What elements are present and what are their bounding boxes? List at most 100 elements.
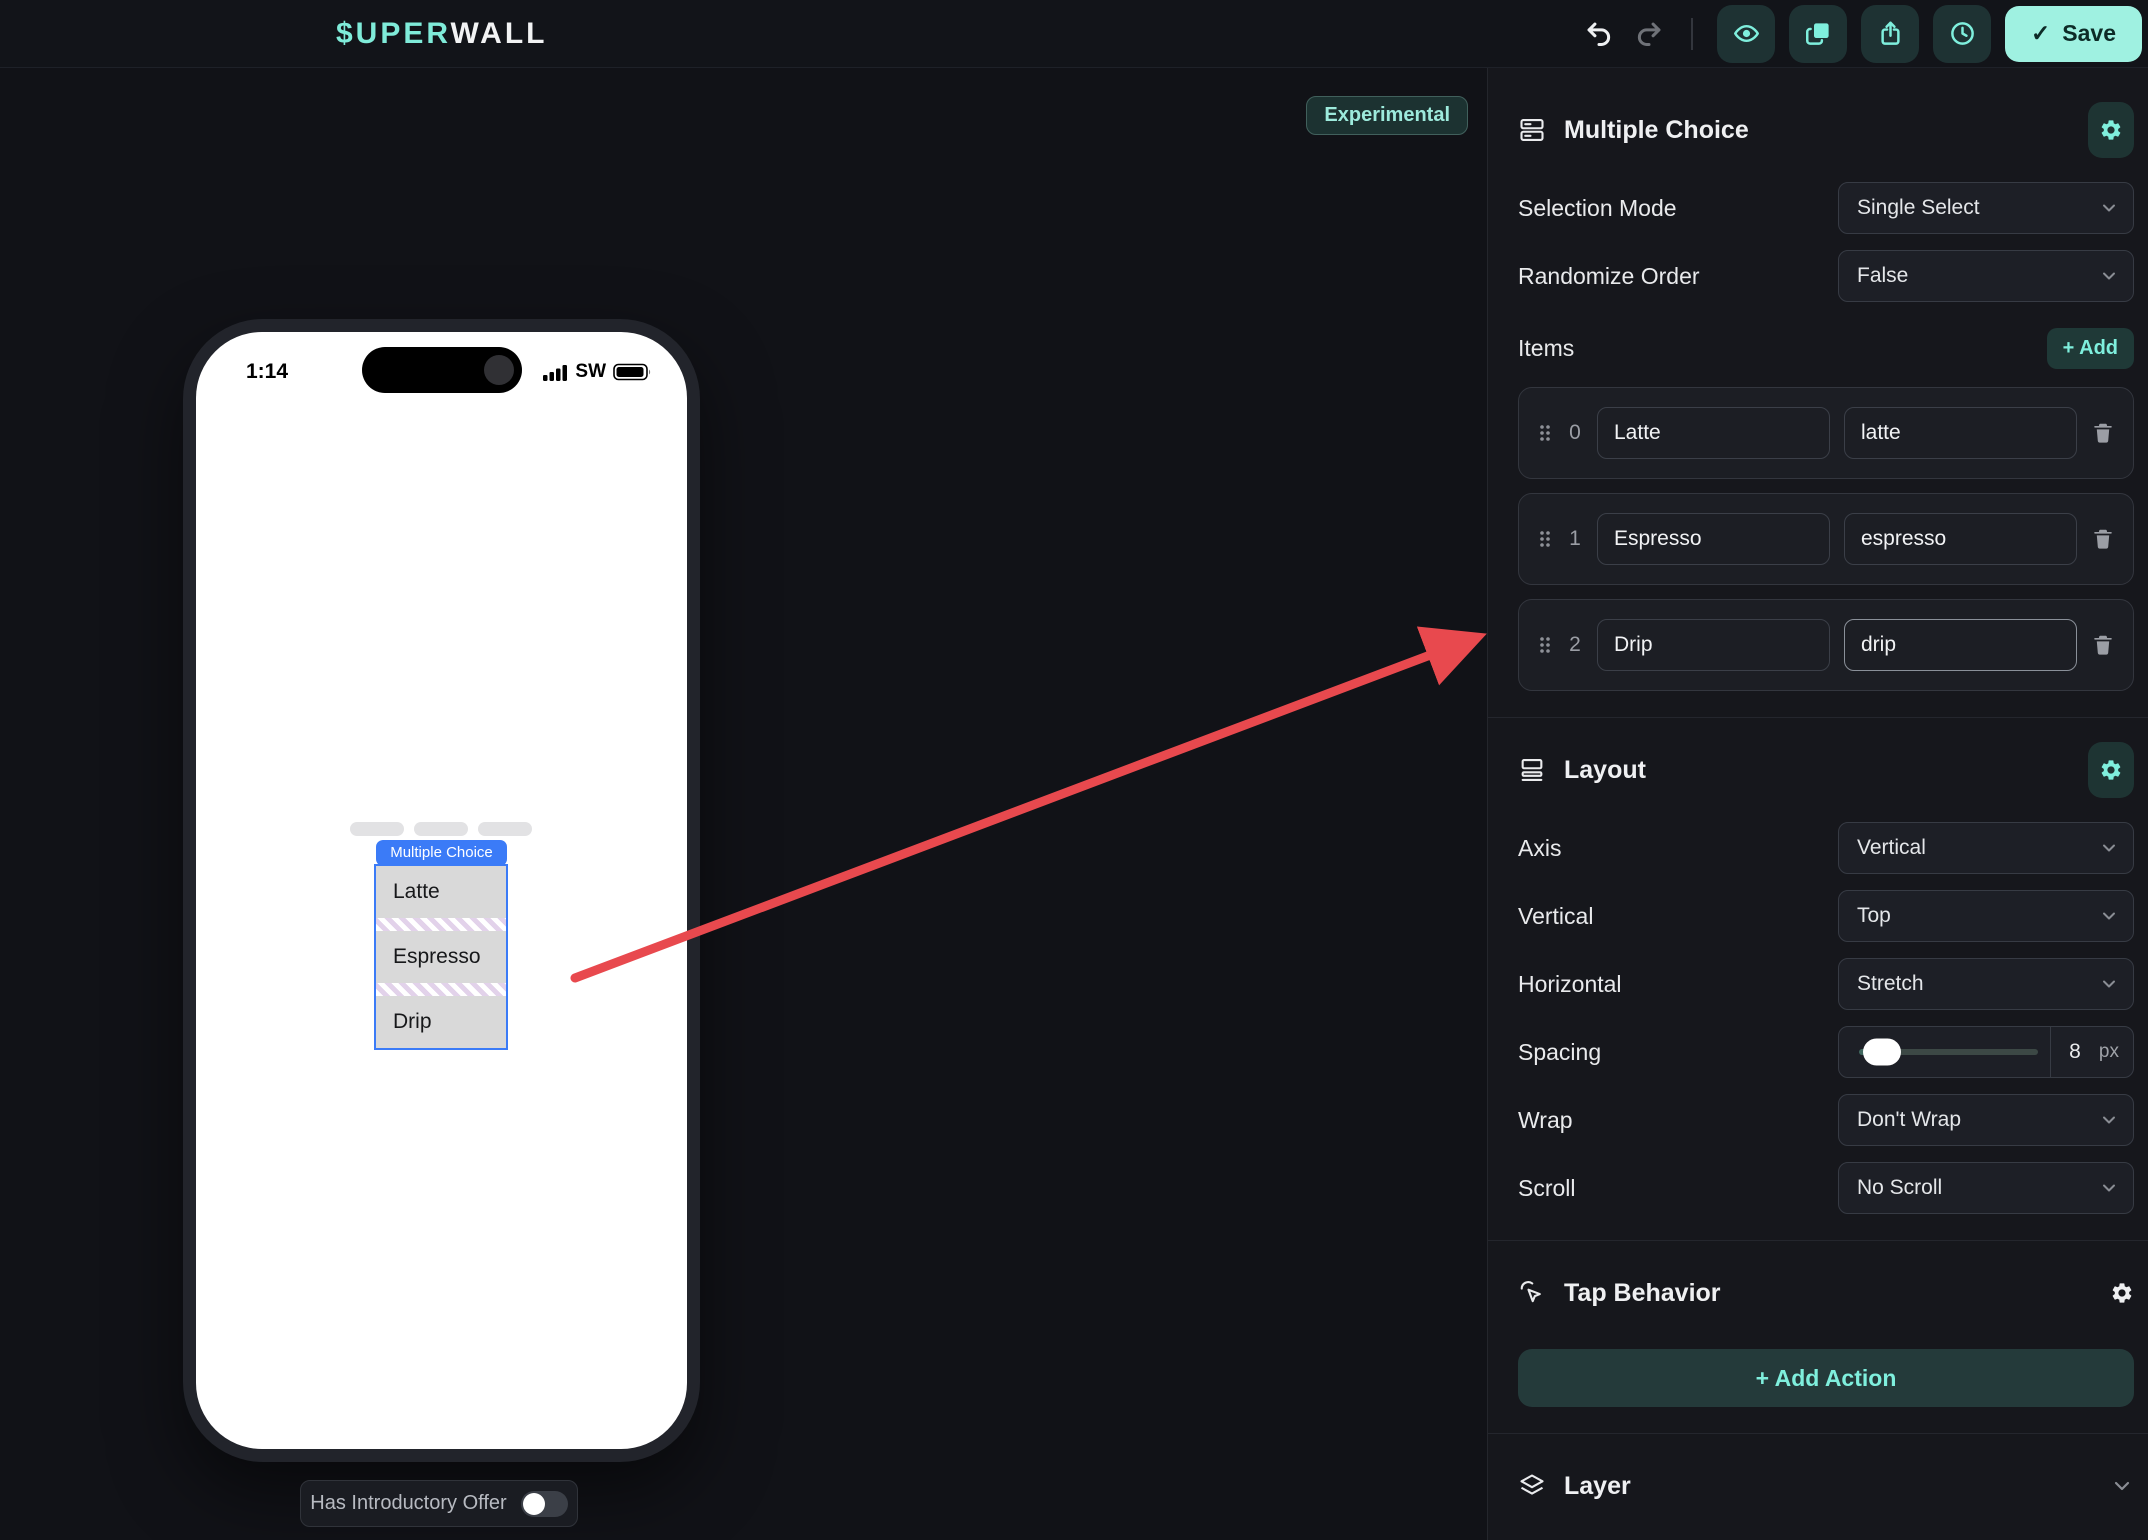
eye-icon (1733, 20, 1760, 47)
toggle-knob (522, 1492, 545, 1515)
skeleton-pill (478, 822, 532, 836)
logo-rest: WALL (450, 16, 548, 50)
tap-behavior-section-header: Tap Behavior (1518, 1265, 2134, 1321)
trash-icon[interactable] (2091, 421, 2115, 445)
axis-dropdown[interactable]: Vertical (1838, 822, 2134, 874)
option-latte[interactable]: Latte (376, 866, 506, 918)
status-right: SW (543, 361, 653, 383)
add-action-button[interactable]: + Add Action (1518, 1349, 2134, 1407)
spacing-row: Spacing 8 px (1518, 1026, 2134, 1078)
randomize-order-row: Randomize Order False (1518, 250, 2134, 302)
trash-icon[interactable] (2091, 633, 2115, 657)
item-value-input[interactable] (1844, 619, 2077, 671)
redo-button[interactable] (1631, 16, 1667, 52)
status-time: 1:14 (246, 360, 289, 383)
items-header: Items + Add (1518, 328, 2134, 369)
randomize-order-label: Randomize Order (1518, 262, 1700, 289)
tap-cursor-icon (1518, 1279, 1546, 1307)
chevron-down-icon (2099, 266, 2119, 286)
section-title: Tap Behavior (1564, 1278, 1721, 1307)
carrier-label: SW (575, 361, 606, 382)
item-value-input[interactable] (1844, 513, 2077, 565)
option-drip[interactable]: Drip (376, 996, 506, 1048)
check-icon: ✓ (2031, 20, 2051, 46)
layout-icon (1518, 756, 1546, 784)
widget-selection-tag: Multiple Choice (376, 840, 507, 866)
drag-handle-icon[interactable] (1537, 421, 1553, 445)
skeleton-pill (414, 822, 468, 836)
duplicate-button[interactable] (1789, 4, 1847, 63)
preview-button[interactable] (1717, 4, 1775, 63)
spacing-stripe (376, 983, 506, 996)
copy-icon (1805, 20, 1832, 47)
spacing-value[interactable]: 8 (2051, 1040, 2099, 1064)
chevron-down-icon (2099, 906, 2119, 926)
dynamic-island (361, 347, 522, 393)
chevron-down-icon (2099, 838, 2119, 858)
wrap-row: Wrap Don't Wrap (1518, 1094, 2134, 1146)
scroll-label: Scroll (1518, 1174, 1576, 1201)
phone-mockup: 1:14 SW Multiple Choice Latte Espresso D… (183, 319, 700, 1462)
save-label: Save (2062, 20, 2116, 46)
layer-section-header: Layer (1518, 1458, 2134, 1514)
chevron-down-icon (2099, 974, 2119, 994)
trash-icon[interactable] (2091, 527, 2115, 551)
wrap-label: Wrap (1518, 1106, 1573, 1133)
section-title: Layer (1564, 1471, 1631, 1500)
layout-section-header: Layout (1518, 742, 2134, 798)
has-introductory-offer-toggle[interactable]: Has Introductory Offer (300, 1480, 578, 1527)
widget-box: Latte Espresso Drip (374, 864, 508, 1050)
drag-handle-icon[interactable] (1537, 633, 1553, 657)
multiple-choice-settings-button[interactable] (2088, 102, 2134, 158)
chevron-down-icon (2099, 198, 2119, 218)
axis-label: Axis (1518, 834, 1562, 861)
history-button[interactable] (1933, 4, 1991, 63)
item-index: 2 (1569, 633, 1581, 656)
multiple-choice-icon (1518, 116, 1546, 144)
topbar-actions: ✓ Save (1581, 0, 2142, 67)
dropdown-value: Single Select (1857, 196, 1980, 219)
randomize-order-dropdown[interactable]: False (1838, 250, 2134, 302)
add-item-button[interactable]: + Add (2046, 328, 2134, 369)
spacing-slider[interactable] (1839, 1027, 2050, 1077)
toggle-switch[interactable] (520, 1490, 568, 1517)
tap-behavior-settings-button[interactable] (2110, 1281, 2134, 1305)
editor-canvas: Experimental 1:14 SW Multiple Choice Lat… (0, 68, 1487, 1540)
drag-handle-icon[interactable] (1537, 527, 1553, 551)
dropdown-value: False (1857, 264, 1909, 287)
experimental-badge: Experimental (1306, 96, 1468, 135)
dropdown-value: No Scroll (1857, 1176, 1943, 1199)
spacing-control: 8 px (1838, 1026, 2134, 1078)
section-title: Layout (1564, 755, 1646, 784)
option-espresso[interactable]: Espresso (376, 931, 506, 983)
spacing-unit: px (2098, 1041, 2119, 1062)
collapse-chevron-icon[interactable] (2110, 1474, 2134, 1498)
layout-settings-button[interactable] (2088, 742, 2134, 798)
slider-thumb[interactable] (1863, 1038, 1902, 1066)
item-name-input[interactable] (1597, 619, 1830, 671)
scroll-row: Scroll No Scroll (1518, 1162, 2134, 1214)
item-row-1: 1 (1518, 493, 2134, 585)
vertical-dropdown[interactable]: Top (1838, 890, 2134, 942)
item-value-input[interactable] (1844, 407, 2077, 459)
section-divider (1488, 1240, 2148, 1241)
multiple-choice-widget[interactable]: Multiple Choice Latte Espresso Drip (374, 840, 508, 1050)
camera-dot (483, 355, 514, 385)
share-button[interactable] (1861, 4, 1919, 63)
redo-icon (1635, 20, 1663, 48)
undo-button[interactable] (1581, 16, 1617, 52)
gear-icon (2101, 760, 2121, 780)
topbar-divider (1691, 17, 1693, 50)
top-bar: $UPERWALL ✓ Save (0, 0, 2148, 68)
item-name-input[interactable] (1597, 407, 1830, 459)
selection-mode-dropdown[interactable]: Single Select (1838, 182, 2134, 234)
scroll-dropdown[interactable]: No Scroll (1838, 1162, 2134, 1214)
save-button[interactable]: ✓ Save (2005, 5, 2142, 62)
dropdown-value: Stretch (1857, 972, 1924, 995)
layers-icon (1518, 1472, 1546, 1500)
item-row-2: 2 (1518, 599, 2134, 691)
horizontal-dropdown[interactable]: Stretch (1838, 958, 2134, 1010)
selection-mode-row: Selection Mode Single Select (1518, 182, 2134, 234)
item-name-input[interactable] (1597, 513, 1830, 565)
wrap-dropdown[interactable]: Don't Wrap (1838, 1094, 2134, 1146)
